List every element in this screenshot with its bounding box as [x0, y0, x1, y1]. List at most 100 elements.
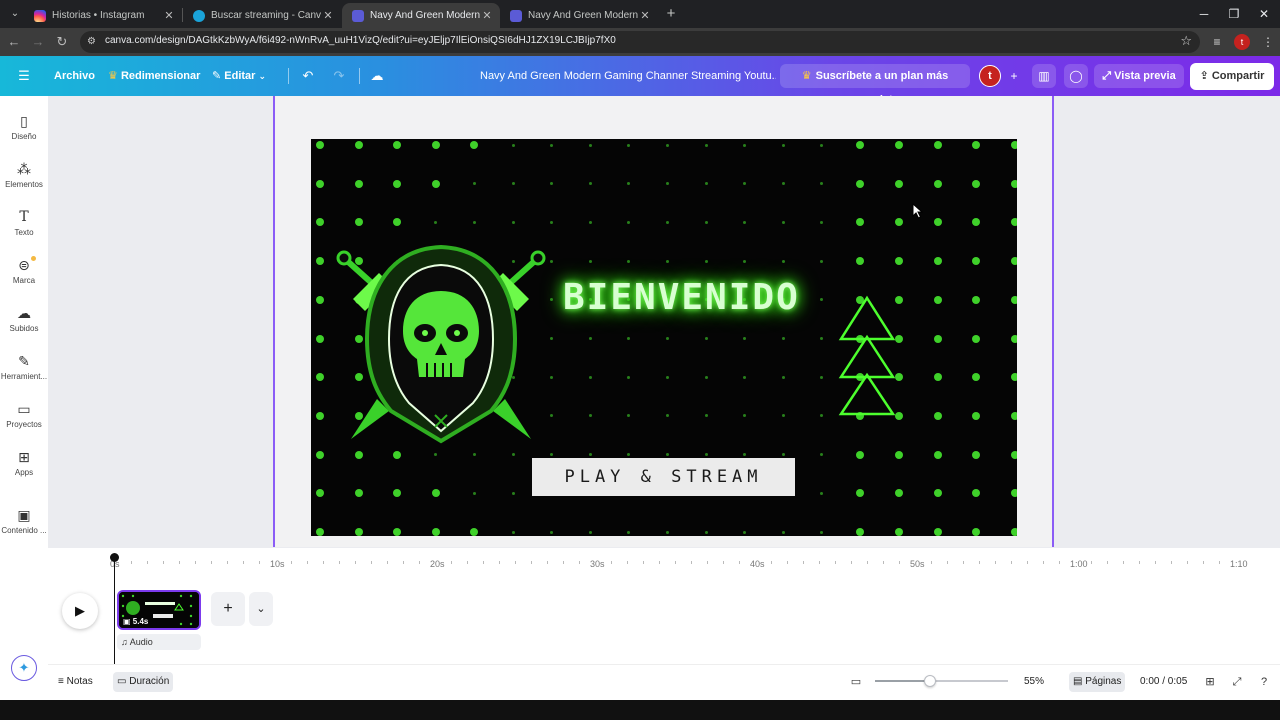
- ruler-label: 20s: [430, 559, 445, 569]
- pages-button[interactable]: ▤ Páginas: [1069, 672, 1126, 692]
- share-button[interactable]: ⇪ Compartir: [1190, 63, 1274, 90]
- ruler-tick: [195, 561, 196, 564]
- bookmark-star-icon[interactable]: ☆: [1180, 33, 1192, 49]
- grid-view-icon[interactable]: ⊞: [1201, 672, 1219, 692]
- cloud-saved-icon[interactable]: ☁: [367, 66, 387, 86]
- pattern-dot: [431, 141, 440, 149]
- forward-arrow-icon[interactable]: →: [28, 32, 48, 52]
- pattern-dot: [704, 530, 708, 534]
- browser-profile-avatar[interactable]: t: [1234, 34, 1250, 50]
- pattern-dot: [820, 453, 824, 457]
- page-view-icon[interactable]: ▭: [847, 672, 865, 692]
- preview-button[interactable]: ⤢ Vista previa: [1094, 64, 1184, 88]
- stacked-triangles-graphic[interactable]: [837, 295, 897, 417]
- skull-reaper-logo[interactable]: [331, 239, 551, 449]
- omnibox[interactable]: ⚙ canva.com/design/DAGtkKzbWyA/f6i492-nW…: [80, 31, 1200, 53]
- sidebar-item-elementos[interactable]: ⁂ Elementos: [0, 158, 48, 202]
- ruler-tick: [1219, 561, 1220, 564]
- tagline-box[interactable]: PLAY & STREAM: [532, 458, 795, 496]
- fullscreen-icon[interactable]: ⤢: [1228, 672, 1246, 692]
- headline-text[interactable]: BIENVENIDO: [563, 277, 800, 318]
- ruler-tick: [547, 561, 548, 564]
- play-button[interactable]: ▶: [62, 593, 98, 629]
- window-close-icon[interactable]: ✕: [1248, 4, 1280, 24]
- media-controls-icon[interactable]: ≡: [1207, 32, 1227, 52]
- design-canvas[interactable]: BIENVENIDO PLAY & STREAM: [311, 139, 1017, 536]
- close-tab-icon[interactable]: ✕: [321, 9, 335, 22]
- pattern-dot: [895, 489, 903, 498]
- menu-hamburger-icon[interactable]: ☰: [14, 66, 34, 86]
- back-arrow-icon[interactable]: ←: [4, 32, 24, 52]
- pattern-dot: [781, 337, 785, 340]
- redimensionar-button[interactable]: ♛ Redimensionar: [108, 56, 200, 96]
- pattern-dot: [933, 373, 942, 382]
- pattern-dot: [820, 143, 824, 147]
- pattern-dot: [704, 375, 708, 379]
- ruler-tick: [627, 561, 628, 564]
- restore-icon[interactable]: ❐: [1218, 4, 1250, 24]
- browser-tab-instagram[interactable]: Historias • Instagram ✕: [24, 3, 182, 28]
- minimize-icon[interactable]: ─: [1188, 4, 1220, 24]
- close-tab-icon[interactable]: ✕: [480, 9, 494, 22]
- tab-title: Navy And Green Modern Gami: [528, 10, 638, 21]
- audio-track[interactable]: ♫ Audio: [117, 634, 201, 650]
- help-icon[interactable]: ?: [1255, 672, 1273, 692]
- crown-icon: ♛: [801, 70, 812, 82]
- pen-tool-icon: ✎: [18, 353, 30, 369]
- pattern-dot: [588, 414, 592, 418]
- reload-icon[interactable]: ↻: [52, 32, 72, 52]
- comment-icon[interactable]: ◯: [1064, 64, 1088, 88]
- ruler-tick: [1059, 561, 1060, 564]
- duration-button[interactable]: ▭ Duración: [113, 672, 174, 692]
- magic-assistant-icon[interactable]: ✦: [11, 655, 37, 681]
- pattern-dot: [588, 182, 592, 186]
- notes-button[interactable]: ≡ Notas: [58, 672, 93, 692]
- document-title[interactable]: Navy And Green Modern Gaming Channer Str…: [480, 56, 776, 96]
- playhead-line[interactable]: [114, 556, 115, 666]
- sidebar-item-subidos[interactable]: ☁ Subidos: [0, 302, 48, 346]
- add-page-button[interactable]: +: [211, 592, 245, 626]
- pattern-dot: [1010, 411, 1017, 420]
- new-tab-plus-icon[interactable]: +: [662, 5, 680, 23]
- add-page-options-chevron-icon[interactable]: ⌄: [249, 592, 273, 626]
- browser-menu-icon[interactable]: ⋮: [1258, 32, 1278, 52]
- close-tab-icon[interactable]: ✕: [638, 9, 652, 22]
- ruler-tick: [371, 561, 372, 564]
- browser-tab-canva-search[interactable]: Buscar streaming - Canva ✕: [183, 3, 341, 28]
- editar-menu[interactable]: ✎ Editar ⌄: [212, 56, 266, 96]
- archivo-menu[interactable]: Archivo: [54, 56, 95, 96]
- url-text[interactable]: canva.com/design/DAGtkKzbWyA/f6i492-nWnR…: [105, 35, 616, 46]
- editar-label: Editar: [224, 70, 256, 82]
- notes-label: Notas: [66, 676, 93, 687]
- sidebar-item-marca[interactable]: ⊜ Marca: [0, 254, 48, 298]
- pattern-dot: [933, 218, 942, 227]
- pattern-dot: [856, 489, 865, 498]
- pattern-dot: [627, 259, 631, 263]
- pattern-dot: [665, 143, 669, 147]
- browser-tab-design-copy[interactable]: Navy And Green Modern Gami ✕: [500, 3, 658, 28]
- sidebar-item-proyectos[interactable]: ▭ Proyectos: [0, 398, 48, 442]
- user-avatar[interactable]: t: [979, 65, 1001, 87]
- playhead-handle[interactable]: [110, 553, 119, 562]
- upgrade-plan-button[interactable]: ♛Suscríbete a un plan más completo: [780, 64, 970, 106]
- pattern-dot: [316, 450, 324, 459]
- browser-tab-active-design[interactable]: Navy And Green Modern Gami ✕: [342, 3, 500, 28]
- ruler-tick: [131, 561, 132, 564]
- sidebar-item-apps[interactable]: ⊞ Apps: [0, 446, 48, 490]
- tab-search-icon[interactable]: ⌄: [6, 5, 24, 23]
- site-settings-icon[interactable]: ⚙: [87, 34, 101, 50]
- close-tab-icon[interactable]: ✕: [162, 9, 176, 22]
- undo-icon[interactable]: ↶: [298, 66, 318, 86]
- zoom-level[interactable]: 55%: [1024, 672, 1044, 692]
- sidebar-item-herramientas[interactable]: ✎ Herramient...: [0, 350, 48, 394]
- sidebar-item-diseno[interactable]: ▯ Diseño: [0, 110, 48, 154]
- invite-plus-icon[interactable]: +: [1002, 64, 1026, 88]
- sidebar-item-contenido[interactable]: ▣ Contenido ...: [0, 504, 48, 548]
- insights-chart-icon[interactable]: ▥: [1032, 64, 1056, 88]
- pattern-dot: [550, 530, 554, 534]
- pattern-dot: [316, 373, 324, 382]
- sidebar-item-texto[interactable]: T Texto: [0, 206, 48, 250]
- timeline-clip[interactable]: ▣ 5.4s: [117, 590, 201, 630]
- redo-icon[interactable]: ↷: [329, 66, 349, 86]
- sidebar-item-label: Contenido ...: [1, 526, 47, 535]
